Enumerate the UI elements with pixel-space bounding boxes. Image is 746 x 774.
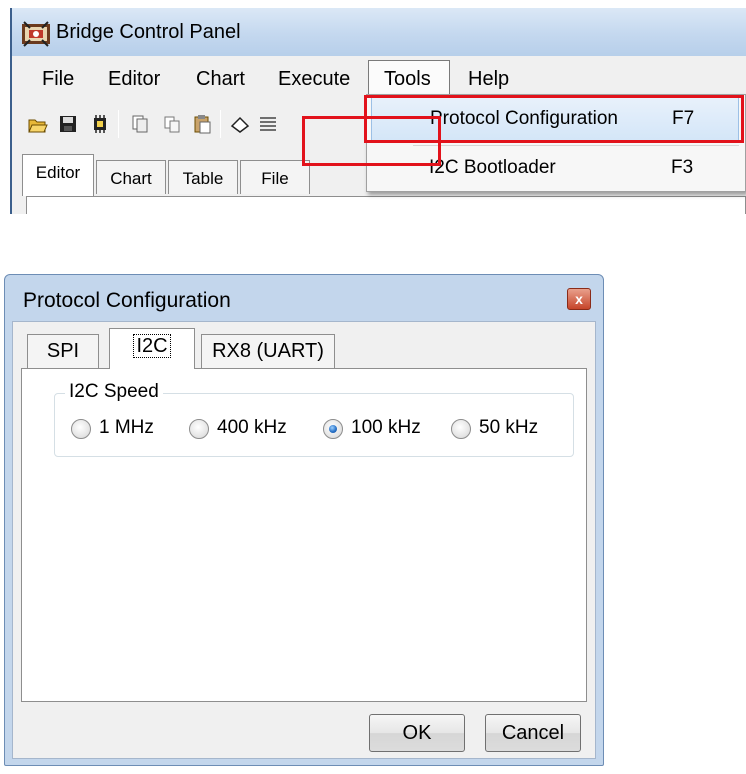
copy-icon[interactable] [162,114,182,134]
menu-execute[interactable]: Execute [278,68,350,91]
paste-icon[interactable] [192,114,212,134]
radio-label: 100 kHz [351,417,421,438]
ok-button[interactable]: OK [369,714,465,752]
tab-i2c[interactable]: I2C [109,328,195,369]
menu-file[interactable]: File [42,68,74,91]
open-folder-icon[interactable] [28,114,48,134]
copy-icon[interactable] [130,114,150,134]
highlight-box-100khz [302,116,441,166]
menu-tools[interactable]: Tools [384,68,431,91]
i2c-speed-label: I2C Speed [65,381,163,403]
i2c-speed-groupbox: I2C Speed 1 MHz 400 kHz 100 kHz 50 kHz [54,381,574,457]
radio-button-selected[interactable] [323,419,343,439]
tab-chart[interactable]: Chart [96,160,166,194]
tab-editor[interactable]: Editor [22,154,94,196]
radio-button[interactable] [189,419,209,439]
list-icon[interactable] [258,114,278,134]
radio-button[interactable] [71,419,91,439]
menu-item-label: I2C Bootloader [429,157,556,178]
radio-400khz[interactable]: 400 kHz [189,416,311,442]
tab-panel-i2c: I2C Speed 1 MHz 400 kHz 100 kHz 50 kHz [21,368,587,702]
cancel-button[interactable]: Cancel [485,714,581,752]
close-icon: x [575,291,583,307]
radio-1mhz[interactable]: 1 MHz [71,416,181,442]
window-title: Bridge Control Panel [56,21,241,43]
radio-label: 50 kHz [479,417,539,438]
menu-separator [413,145,739,146]
chip-icon[interactable] [90,114,110,134]
menu-editor[interactable]: Editor [108,68,160,91]
radio-label: 400 kHz [217,417,287,438]
tab-spi[interactable]: SPI [27,334,99,368]
dialog-body: SPI I2C RX8 (UART) I2C Speed 1 MHz 400 k… [12,321,596,759]
app-icon [22,21,50,47]
menu-help[interactable]: Help [468,68,509,91]
save-icon[interactable] [58,114,78,134]
radio-label: 1 MHz [99,417,154,438]
tab-table[interactable]: Table [168,160,238,194]
dialog-title: Protocol Configuration [23,289,231,312]
toolbar-separator [220,110,221,138]
toolbar-separator [118,110,119,138]
tab-rx8-uart[interactable]: RX8 (UART) [201,334,335,368]
menu-item-shortcut: F3 [671,157,694,178]
editor-pane[interactable] [26,196,746,214]
radio-50khz[interactable]: 50 kHz [451,416,561,442]
eraser-icon[interactable] [230,114,250,134]
radio-100khz[interactable]: 100 kHz [323,416,445,442]
close-button[interactable]: x [567,288,591,310]
menu-chart[interactable]: Chart [196,68,245,91]
tab-i2c-label: I2C [133,334,171,358]
title-bar: Bridge Control Panel [12,8,746,56]
protocol-configuration-dialog: Protocol Configuration x SPI I2C RX8 (UA… [4,274,604,766]
tab-file[interactable]: File [240,160,310,194]
radio-button[interactable] [451,419,471,439]
